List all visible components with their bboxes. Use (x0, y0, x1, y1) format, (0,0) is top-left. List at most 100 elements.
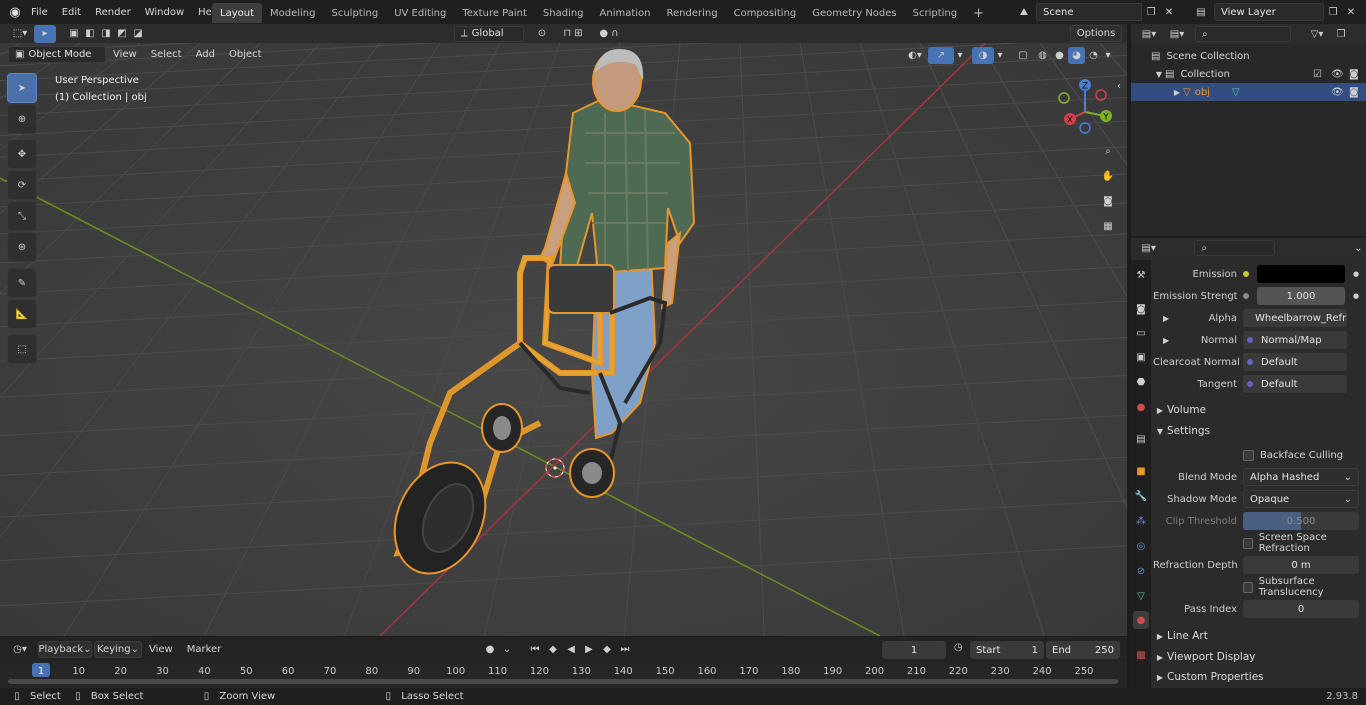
outliner-row-collection[interactable]: ▼ ▤ Collection ☑ 👁 ◙ (1131, 65, 1366, 83)
3d-viewport[interactable]: Z Y X User Perspective (1) Collection | … (0, 43, 1127, 636)
backface-culling-checkbox[interactable] (1243, 449, 1254, 461)
scale-tool[interactable]: ⤡ (7, 201, 37, 231)
playback-menu[interactable]: Playback ⌄ (38, 640, 92, 658)
tab-scripting[interactable]: Scripting (905, 3, 965, 23)
select-intersect-icon[interactable]: ◪ (130, 28, 146, 39)
zoom-button[interactable]: ⌕ (1097, 140, 1119, 162)
scene-name-field[interactable]: Scene (1036, 3, 1142, 21)
transform-orientation-dropdown[interactable]: ⟂ Global (454, 25, 524, 42)
tab-render[interactable]: ◙ (1133, 300, 1149, 318)
settings-panel-header[interactable]: ▼ Settings (1153, 421, 1364, 441)
menu-edit[interactable]: Edit (55, 0, 88, 24)
select-box-tool[interactable]: ➤ (7, 73, 37, 103)
jump-start-icon[interactable]: ⏮ (526, 644, 544, 655)
custom-properties-panel-header[interactable]: ▶ Custom Properties (1153, 667, 1364, 687)
viewport-menu-select[interactable]: Select (144, 45, 189, 63)
rendered-shading-icon[interactable]: ◔ (1085, 50, 1102, 61)
move-tool[interactable]: ✥ (7, 139, 37, 169)
options-dropdown[interactable]: Options (1070, 25, 1122, 42)
properties-search-input[interactable]: ⌕ (1194, 240, 1275, 256)
new-collection-icon[interactable]: ❐ (1331, 29, 1351, 40)
collapse-arrow-icon[interactable]: ▼ (1153, 70, 1165, 79)
tab-modeling[interactable]: Modeling (262, 3, 324, 23)
viewport-menu-add[interactable]: Add (189, 45, 222, 63)
viewport-display-panel-header[interactable]: ▶ Viewport Display (1153, 647, 1364, 667)
select-extend-icon[interactable]: ◧ (82, 28, 98, 39)
tab-scene[interactable]: ⬣ (1133, 373, 1149, 391)
screen-space-refraction-row[interactable]: Screen Space Refraction (1153, 532, 1364, 554)
view-layer-icon[interactable]: ▤ (1188, 7, 1214, 18)
emission-color-swatch[interactable] (1257, 265, 1345, 283)
subsurface-translucency-checkbox[interactable] (1243, 581, 1253, 593)
clip-threshold-slider[interactable]: 0.500 (1243, 512, 1359, 530)
screen-space-refraction-checkbox[interactable] (1243, 537, 1253, 549)
properties-options-icon[interactable]: ⌄ (1351, 243, 1366, 254)
next-keyframe-icon[interactable]: ◆ (598, 644, 616, 655)
solid-shading-icon[interactable]: ● (1051, 50, 1068, 61)
eye-icon[interactable]: 👁 (1331, 69, 1344, 80)
delete-view-layer-icon[interactable]: ✕ (1342, 7, 1360, 18)
tab-texture[interactable]: ▩ (1133, 646, 1149, 664)
socket-dot-icon[interactable] (1243, 293, 1249, 299)
camera-render-icon[interactable]: ◙ (1349, 87, 1359, 98)
material-shading-icon[interactable]: ◕ (1068, 46, 1085, 64)
socket-dot-icon[interactable] (1243, 271, 1249, 277)
expand-arrow-icon[interactable]: ▶ (1163, 314, 1169, 323)
exclude-checkbox-icon[interactable]: ☑ (1313, 69, 1322, 80)
timeline-menu-view[interactable]: View (142, 640, 180, 658)
overlay-dropdown-icon[interactable]: ▾ (994, 50, 1006, 61)
mode-dropdown[interactable]: ▣ Object Mode (8, 45, 106, 63)
eye-icon[interactable]: 👁 (1331, 87, 1344, 98)
gizmo-dropdown-icon[interactable]: ▾ (954, 50, 966, 61)
add-cube-tool[interactable]: ⬚ (7, 334, 37, 364)
viewport-menu-object[interactable]: Object (222, 45, 269, 63)
clearcoat-normal-field[interactable]: Default (1243, 353, 1347, 371)
tab-modifiers[interactable]: 🔧 (1133, 487, 1149, 505)
wireframe-shading-icon[interactable]: ◍ (1034, 50, 1051, 61)
tab-data[interactable]: ▽ (1133, 587, 1149, 605)
outliner-row-scene-collection[interactable]: ▤ Scene Collection (1131, 47, 1366, 65)
tab-particles[interactable]: ⁂ (1133, 512, 1149, 530)
shading-dropdown-icon[interactable]: ▾ (1102, 50, 1114, 61)
snap-icon[interactable]: ⊓ ⊞ (554, 28, 592, 39)
keyframe-dot-icon[interactable]: ● (1353, 270, 1359, 278)
line-art-panel-header[interactable]: ▶ Line Art (1153, 626, 1364, 646)
menu-render[interactable]: Render (88, 0, 138, 24)
blender-logo-icon[interactable]: ◉ (6, 0, 24, 24)
perspective-toggle-button[interactable]: ▦ (1097, 215, 1119, 237)
jump-end-icon[interactable]: ⏭ (616, 644, 634, 655)
tab-collection[interactable]: ▤ (1133, 430, 1149, 448)
camera-render-icon[interactable]: ◙ (1349, 69, 1359, 80)
current-frame-field[interactable]: 1 (882, 641, 946, 659)
rotate-tool[interactable]: ⟳ (7, 170, 37, 200)
view-layer-name-field[interactable]: View Layer (1214, 3, 1324, 21)
visibility-icon[interactable]: ◐▾ (902, 50, 928, 61)
stopwatch-icon[interactable]: ◷ (954, 642, 963, 653)
annotate-tool[interactable]: ✎ (7, 268, 37, 298)
menu-window[interactable]: Window (138, 0, 191, 24)
select-subtract-icon[interactable]: ◨ (98, 28, 114, 39)
start-frame-field[interactable]: Start 1 (970, 641, 1044, 659)
tab-constraints[interactable]: ⊘ (1133, 562, 1149, 580)
tab-physics[interactable]: ◎ (1133, 537, 1149, 555)
tab-tool[interactable]: ⚒ (1133, 266, 1149, 284)
display-mode-icon[interactable]: ▤▾ (1163, 29, 1191, 40)
subsurface-translucency-row[interactable]: Subsurface Translucency (1153, 576, 1364, 598)
tab-sculpting[interactable]: Sculpting (324, 3, 387, 23)
tab-compositing[interactable]: Compositing (726, 3, 805, 23)
tab-uv-editing[interactable]: UV Editing (386, 3, 454, 23)
shadow-mode-dropdown[interactable]: Opaque ⌄ (1243, 490, 1359, 508)
mesh-data-icon[interactable]: ▽ (1232, 87, 1240, 98)
timeline-menu-marker[interactable]: Marker (180, 640, 229, 658)
record-dropdown-icon[interactable]: ⌄ (500, 644, 514, 655)
tab-texture-paint[interactable]: Texture Paint (454, 3, 535, 23)
tab-view-layer[interactable]: ▣ (1133, 348, 1149, 366)
tab-geometry-nodes[interactable]: Geometry Nodes (804, 3, 904, 23)
end-frame-field[interactable]: End 250 (1046, 641, 1120, 659)
add-workspace-button[interactable]: + (965, 3, 992, 23)
keying-menu[interactable]: Keying ⌄ (94, 640, 142, 658)
timeline-scrollbar[interactable] (8, 679, 1118, 684)
normal-link-field[interactable]: Normal/Map (1243, 331, 1347, 349)
tab-animation[interactable]: Animation (592, 3, 659, 23)
record-icon[interactable]: ● (480, 644, 500, 655)
